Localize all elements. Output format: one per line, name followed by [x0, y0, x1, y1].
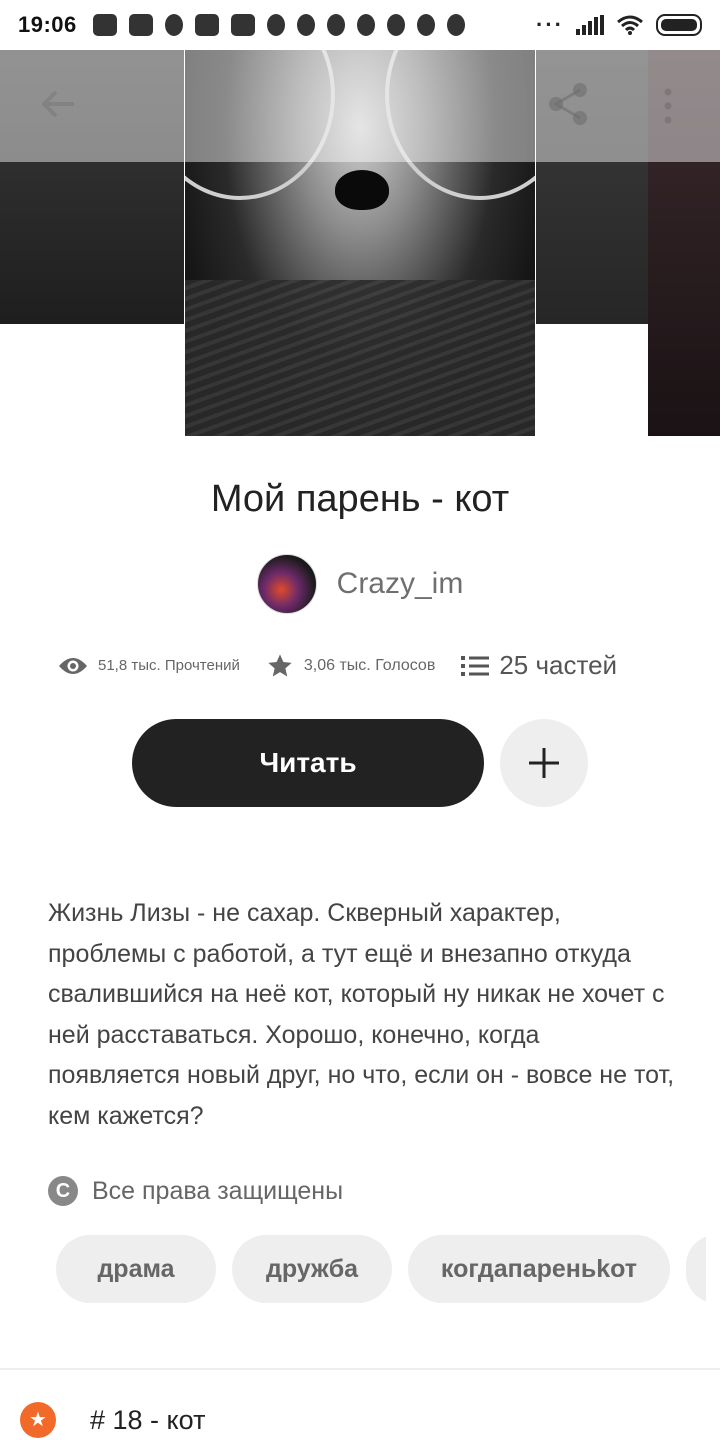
battery-icon — [656, 14, 702, 36]
tag-chip-partial[interactable] — [686, 1235, 706, 1303]
ranking-text[interactable]: # 18 - кот — [90, 1405, 205, 1436]
list-icon — [461, 655, 490, 676]
eye-icon — [59, 657, 87, 674]
status-time: 19:06 — [18, 12, 77, 37]
drop-icon — [326, 14, 345, 36]
votes-count: 3,06 тыс. Голосов — [303, 656, 436, 674]
reads-stat: 51,8 тыс. Прочтений — [58, 656, 240, 676]
tiktok-icon — [266, 14, 285, 36]
tag-chip[interactable]: когдапареньkот — [408, 1235, 670, 1303]
read-button[interactable]: Читать — [132, 719, 484, 807]
parts-stat[interactable]: 25 частей — [461, 650, 617, 681]
tiktok-icon — [296, 14, 315, 36]
author-name[interactable]: Crazy_im — [337, 567, 464, 601]
copyright-icon: C — [48, 1176, 78, 1206]
votes-stat: 3,06 тыс. Голосов — [266, 652, 435, 680]
tag-chip[interactable]: драма — [56, 1235, 216, 1303]
tag-chip[interactable]: дружба — [232, 1235, 392, 1303]
copyright-row: C Все права защищены — [48, 1176, 343, 1206]
notification-icons — [92, 14, 465, 36]
plus-icon — [529, 748, 559, 778]
add-to-library-button[interactable] — [500, 719, 588, 807]
top-app-bar — [0, 50, 720, 162]
wifi-icon — [617, 15, 643, 35]
tags-row[interactable]: драма дружба когдапареньkот — [56, 1235, 706, 1303]
ranking-row[interactable]: ★ # 18 - кот — [20, 1402, 205, 1438]
story-description: Жизнь Лизы - не сахар. Скверный характер… — [48, 899, 675, 1130]
youtube-icon — [194, 14, 219, 36]
star-icon — [268, 653, 292, 676]
divider — [0, 1368, 720, 1370]
star-badge-icon: ★ — [20, 1402, 56, 1438]
status-bar: 19:06 ··· — [0, 0, 720, 50]
notification-icon — [164, 14, 183, 36]
reads-count: 51,8 тыс. Прочтений — [98, 657, 240, 674]
cover-carousel[interactable] — [0, 50, 720, 436]
signal-icon — [576, 15, 604, 35]
story-title: Мой парень - кот — [210, 478, 510, 520]
author-row[interactable]: Crazy_im — [0, 554, 720, 614]
avatar[interactable] — [256, 554, 317, 614]
notification-icon — [416, 14, 435, 36]
story-stats: 51,8 тыс. Прочтений 3,06 тыс. Голосов 25… — [58, 650, 678, 681]
share-icon[interactable] — [544, 80, 592, 128]
more-vertical-icon[interactable] — [660, 86, 676, 126]
youtube-icon — [230, 14, 255, 36]
parts-count[interactable]: 25 частей — [499, 650, 617, 681]
notification-icon — [92, 14, 117, 36]
copyright-text: Все права защищены — [92, 1176, 344, 1205]
drop-icon — [386, 14, 405, 36]
download-icon — [446, 14, 465, 36]
drop-icon — [356, 14, 375, 36]
more-notifications-icon: ··· — [536, 12, 564, 37]
back-arrow-icon[interactable] — [38, 84, 78, 124]
notification-icon — [128, 14, 153, 36]
